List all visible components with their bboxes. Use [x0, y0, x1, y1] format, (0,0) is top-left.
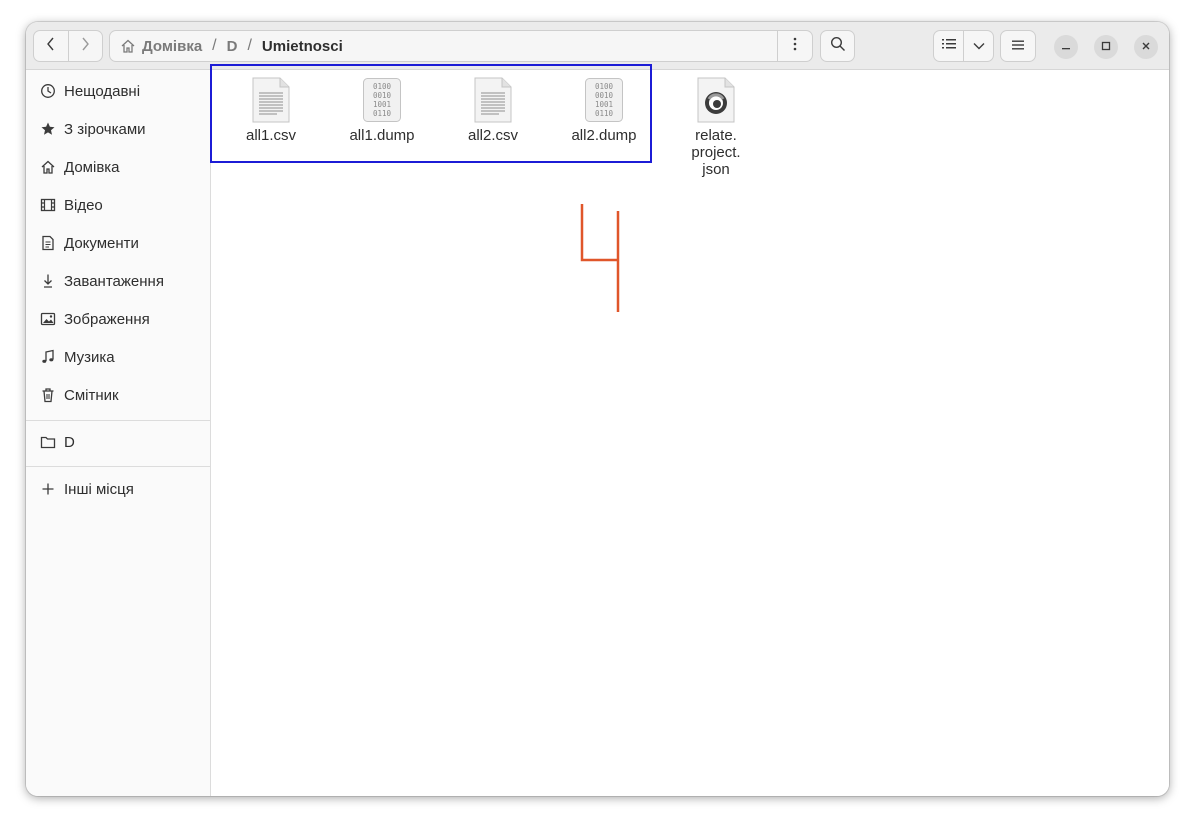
sidebar-item-label: Відео: [64, 196, 103, 214]
file-item-relate-project-json[interactable]: relate. project. json: [668, 70, 764, 178]
file-name: all2.csv: [467, 127, 519, 144]
main-menu-button[interactable]: [1000, 30, 1036, 62]
maximize-icon: [1101, 38, 1111, 56]
chevron-down-icon: [973, 37, 985, 55]
star-icon: [39, 120, 57, 138]
file-view: all1.csv 0100 0010 1001 0110 all1.dump a…: [211, 70, 1169, 796]
plus-icon: [39, 480, 57, 498]
binary-file-icon: 0100 0010 1001 0110: [362, 77, 402, 123]
breadcrumb-d[interactable]: D: [227, 38, 238, 55]
breadcrumb-current[interactable]: Umietnosci: [262, 38, 343, 55]
sidebar-item-label: Зображення: [64, 310, 150, 328]
search-button[interactable]: [820, 30, 855, 62]
chevron-left-icon: [46, 36, 56, 57]
binary-glyph-row: 0100: [595, 82, 614, 91]
file-item-all1-dump[interactable]: 0100 0010 1001 0110 all1.dump: [334, 70, 430, 144]
image-icon: [39, 310, 57, 328]
sidebar-item-downloads[interactable]: Завантаження: [26, 264, 210, 298]
breadcrumb-current-label: Umietnosci: [261, 37, 343, 55]
hamburger-icon: [1012, 37, 1024, 55]
sidebar-item-pictures[interactable]: Зображення: [26, 302, 210, 336]
binary-glyph-row: 0110: [373, 109, 392, 118]
sidebar-item-label: Смітник: [64, 386, 119, 404]
sidebar-item-music[interactable]: Музика: [26, 340, 210, 374]
sidebar-item-label: Інші місця: [64, 480, 134, 498]
home-icon: [39, 158, 57, 176]
close-button[interactable]: [1134, 35, 1158, 59]
path-menu-button[interactable]: [777, 31, 812, 61]
breadcrumb-separator: /: [212, 37, 217, 54]
maximize-button[interactable]: [1094, 35, 1118, 59]
sidebar-item-documents[interactable]: Документи: [26, 226, 210, 260]
vertical-dots-icon: [793, 37, 797, 56]
close-icon: [1141, 38, 1151, 56]
clock-icon: [39, 82, 57, 100]
trash-icon: [39, 386, 57, 404]
navigation-buttons: [33, 30, 103, 62]
sidebar-item-drive-d[interactable]: D: [26, 425, 210, 459]
download-icon: [39, 272, 57, 290]
file-name: all1.dump: [349, 127, 415, 144]
music-icon: [39, 348, 57, 366]
sidebar-item-label: Домівка: [64, 158, 120, 176]
file-name: relate. project. json: [691, 127, 741, 178]
file-item-all2-dump[interactable]: 0100 0010 1001 0110 all2.dump: [556, 70, 652, 144]
binary-glyph-row: 1001: [595, 100, 613, 109]
sidebar-divider: [26, 466, 210, 467]
sidebar-item-other-locations[interactable]: Інші місця: [26, 472, 210, 506]
file-manager-window: Домівка / D / Umietnosci Нещодавні З зір…: [26, 22, 1169, 796]
sidebar-item-label: Нещодавні: [64, 82, 141, 100]
sidebar-item-starred[interactable]: З зірочками: [26, 112, 210, 146]
view-buttons: [933, 30, 994, 62]
text-file-icon: [473, 77, 513, 123]
sidebar-item-label: Завантаження: [64, 272, 164, 290]
chevron-right-icon: [80, 36, 90, 57]
path-bar: Домівка / D / Umietnosci: [109, 30, 813, 62]
binary-file-icon: 0100 0010 1001 0110: [584, 77, 624, 123]
sidebar-item-videos[interactable]: Відео: [26, 188, 210, 222]
breadcrumb-separator: /: [247, 37, 252, 54]
file-item-all2-csv[interactable]: all2.csv: [445, 70, 541, 144]
list-view-button[interactable]: [934, 31, 963, 61]
sidebar-item-label: Музика: [64, 348, 115, 366]
sidebar-item-label: Документи: [64, 234, 139, 252]
json-file-icon: [696, 77, 736, 123]
sidebar-item-label: З зірочками: [64, 120, 146, 138]
binary-glyph-row: 0110: [595, 109, 614, 118]
file-item-all1-csv[interactable]: all1.csv: [223, 70, 319, 144]
header-bar: Домівка / D / Umietnosci: [26, 22, 1169, 70]
document-icon: [39, 234, 57, 252]
binary-glyph-row: 1001: [373, 100, 391, 109]
folder-icon: [39, 433, 57, 451]
binary-glyph-row: 0010: [373, 91, 392, 100]
back-button[interactable]: [34, 31, 68, 61]
minimize-icon: [1061, 38, 1071, 56]
sidebar-item-label: D: [64, 433, 75, 451]
sidebar: Нещодавні З зірочками Домівка Відео Доку…: [26, 70, 211, 796]
list-view-icon: [941, 37, 956, 55]
home-icon: [120, 38, 136, 54]
sidebar-item-trash[interactable]: Смітник: [26, 378, 210, 412]
sidebar-item-home[interactable]: Домівка: [26, 150, 210, 184]
binary-glyph-row: 0100: [373, 82, 392, 91]
search-icon: [830, 36, 846, 57]
binary-glyph-row: 0010: [595, 91, 614, 100]
sidebar-item-recent[interactable]: Нещодавні: [26, 74, 210, 108]
file-name: all2.dump: [571, 127, 637, 144]
breadcrumb-d-label: D: [226, 37, 238, 55]
forward-button[interactable]: [69, 31, 103, 61]
breadcrumb-home-label: Домівка: [142, 37, 203, 55]
view-options-button[interactable]: [964, 31, 993, 61]
file-name: all1.csv: [245, 127, 297, 144]
minimize-button[interactable]: [1054, 35, 1078, 59]
breadcrumb-home[interactable]: Домівка: [120, 38, 202, 55]
sidebar-divider: [26, 420, 210, 421]
film-icon: [39, 196, 57, 214]
text-file-icon: [251, 77, 291, 123]
